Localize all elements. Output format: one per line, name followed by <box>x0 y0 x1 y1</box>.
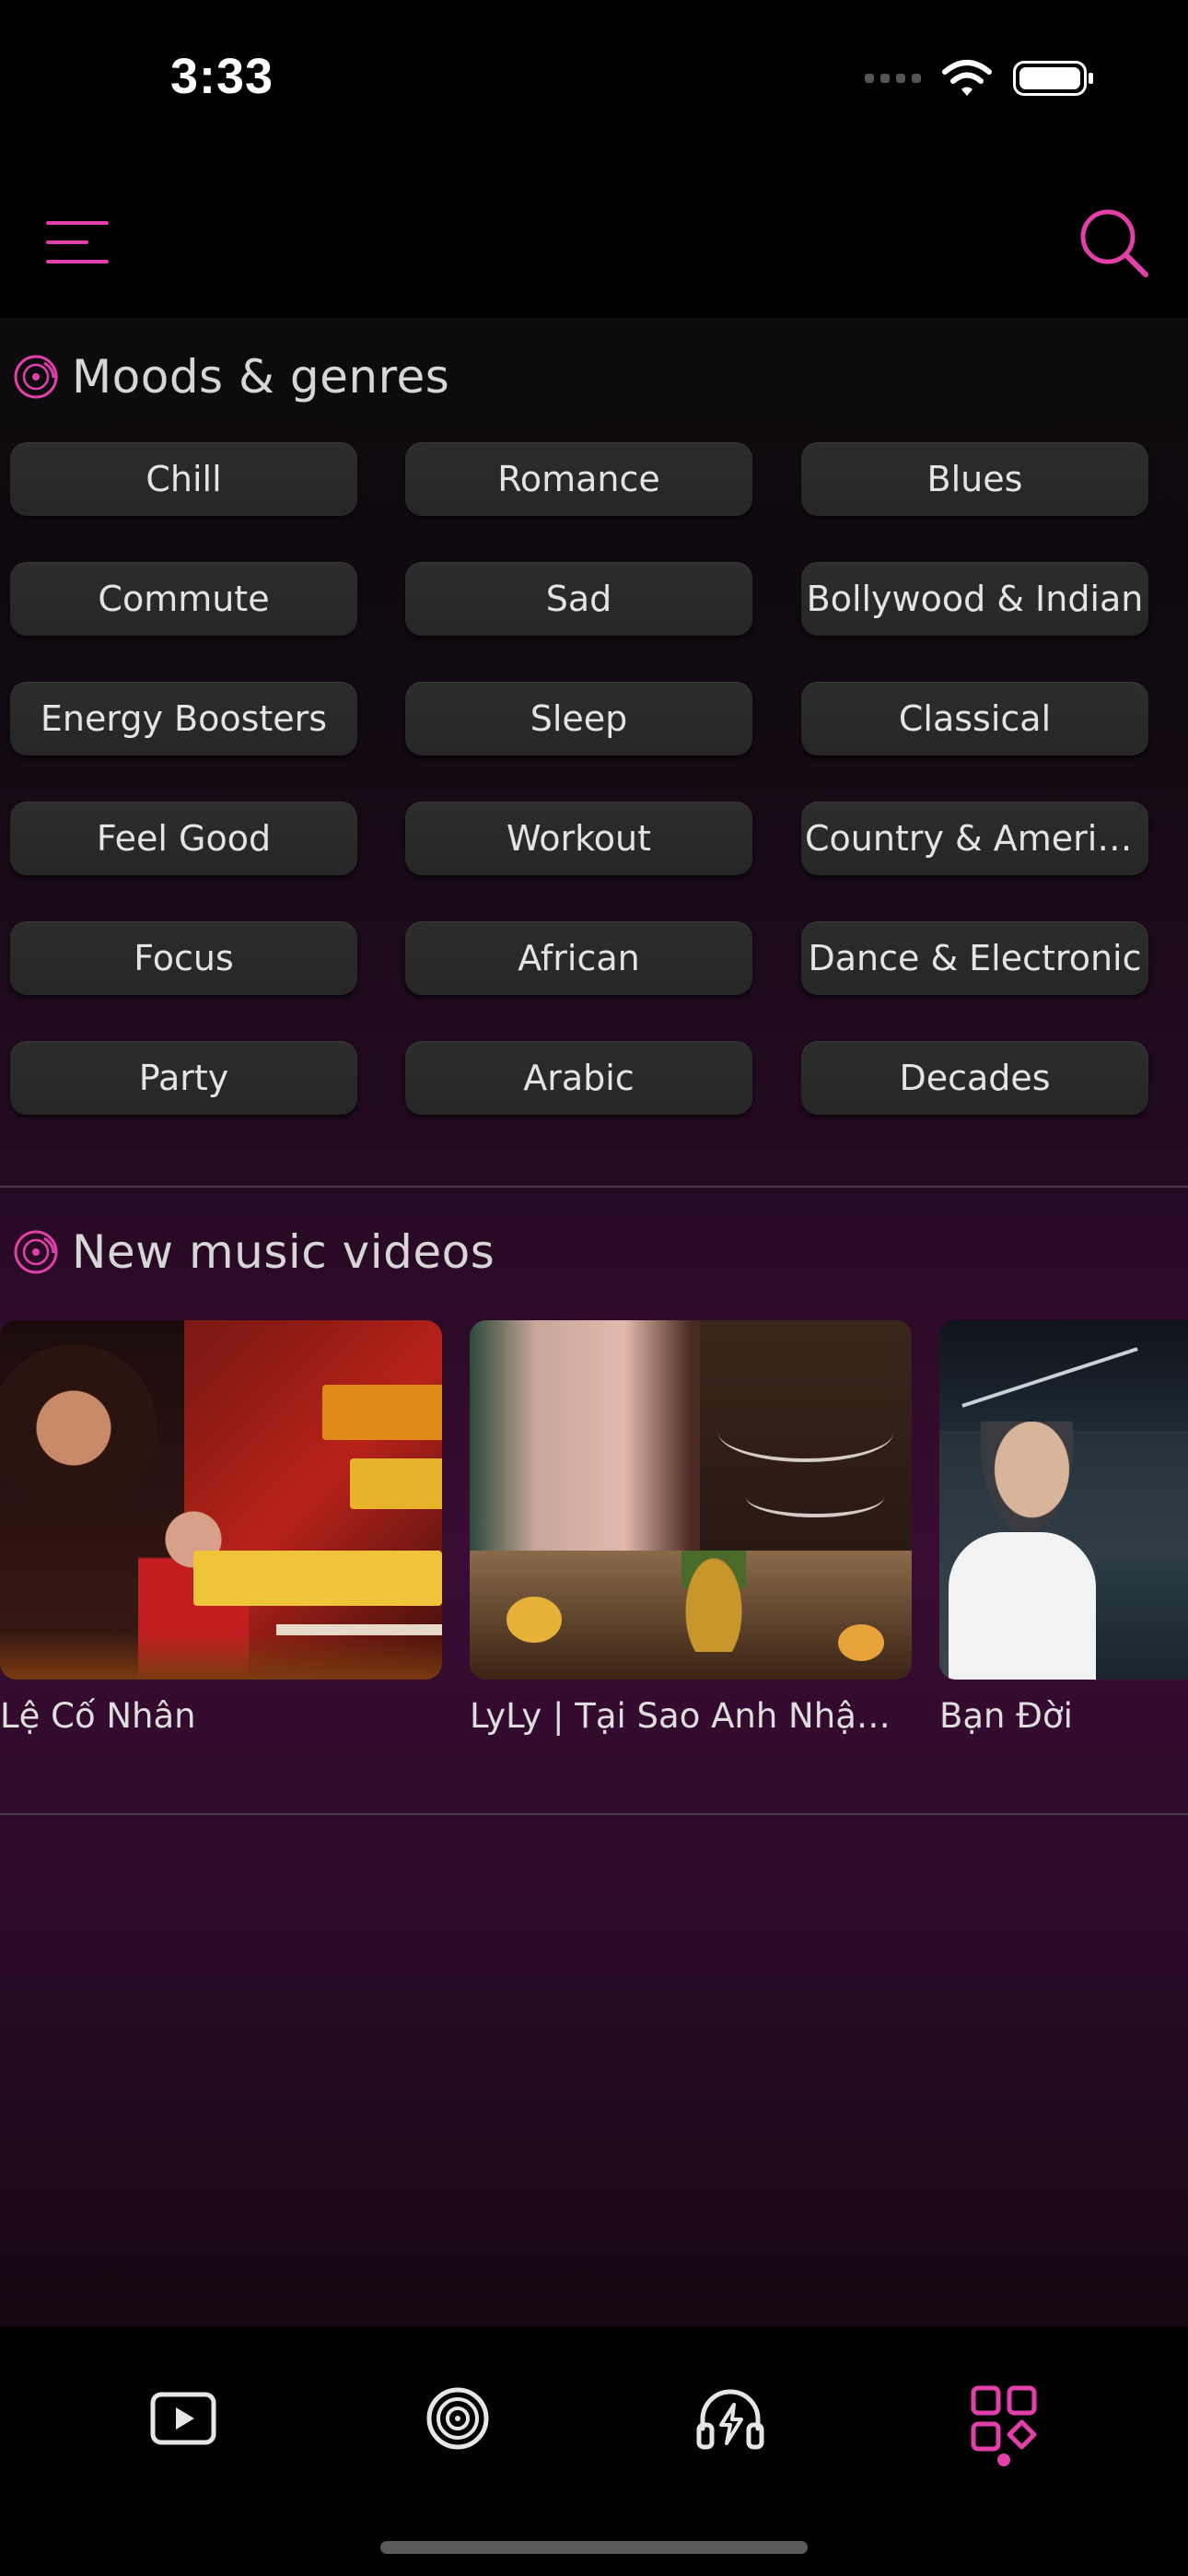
moods-section-header: Moods & genres <box>13 350 449 404</box>
section-title: New music videos <box>72 1225 495 1279</box>
section-divider <box>0 1186 1188 1188</box>
search-icon[interactable] <box>1077 206 1151 280</box>
genre-chip[interactable]: Feel Good <box>10 802 357 875</box>
tab-videos[interactable] <box>142 2377 225 2460</box>
genre-chip[interactable]: Workout <box>405 802 752 875</box>
genre-chip[interactable]: Energy Boosters <box>10 682 357 755</box>
genre-chip[interactable]: Chill <box>10 442 357 516</box>
headphones-lightning-icon <box>696 2389 764 2450</box>
main-content: Moods & genres Chill Romance Blues Commu… <box>0 318 1188 2326</box>
videos-section-header: New music videos <box>13 1225 495 1279</box>
genre-chip[interactable]: Country & Americ... <box>801 802 1148 875</box>
grid-apps-icon <box>971 2385 1037 2452</box>
video-card[interactable]: Lệ Cố Nhân <box>0 1320 442 1736</box>
cellular-signal-icon <box>865 74 921 83</box>
home-indicator <box>380 2541 808 2554</box>
genre-chip[interactable]: Focus <box>10 921 357 995</box>
genre-chip[interactable]: Dance & Electronic <box>801 921 1148 995</box>
genre-chip[interactable]: Decades <box>801 1041 1148 1115</box>
genre-chip[interactable]: Classical <box>801 682 1148 755</box>
video-play-icon <box>150 2392 216 2445</box>
tab-library[interactable] <box>416 2377 499 2460</box>
video-title: Bạn Đời <box>939 1696 1073 1736</box>
tab-explore[interactable] <box>962 2377 1045 2460</box>
video-card[interactable]: Bạn Đời <box>939 1320 1188 1736</box>
genre-chip[interactable]: Arabic <box>405 1041 752 1115</box>
tab-energy[interactable] <box>689 2377 772 2460</box>
battery-icon <box>1013 61 1093 96</box>
status-icons <box>865 59 1093 98</box>
genre-chip[interactable]: Sad <box>405 562 752 636</box>
video-title: Lệ Cố Nhân <box>0 1696 196 1736</box>
genre-chip[interactable]: Party <box>10 1041 357 1115</box>
active-tab-indicator <box>997 2453 1010 2466</box>
app-header <box>0 157 1188 318</box>
video-card[interactable]: LyLy | Tại Sao Anh Nhận ... <box>470 1320 912 1736</box>
genre-chip[interactable]: Sleep <box>405 682 752 755</box>
status-bar: 3:33 <box>0 0 1188 157</box>
section-divider <box>0 1813 1188 1815</box>
status-time: 3:33 <box>170 49 274 104</box>
video-thumbnail <box>470 1320 912 1680</box>
vinyl-disc-icon <box>14 355 58 399</box>
genre-chip[interactable]: African <box>405 921 752 995</box>
genre-chip[interactable]: Bollywood & Indian <box>801 562 1148 636</box>
section-title: Moods & genres <box>72 350 450 404</box>
bottom-tab-bar <box>0 2326 1188 2576</box>
wifi-icon <box>942 60 992 96</box>
video-thumbnail <box>939 1320 1188 1680</box>
genre-chip[interactable]: Romance <box>405 442 752 516</box>
video-carousel[interactable]: Lệ Cố Nhân LyLy | Tại Sao Anh Nhận ... B… <box>0 1320 1188 1753</box>
vinyl-disc-icon <box>14 1230 58 1274</box>
genre-chip[interactable]: Blues <box>801 442 1148 516</box>
video-thumbnail <box>0 1320 442 1680</box>
video-title: LyLy | Tại Sao Anh Nhận ... <box>470 1696 912 1736</box>
hamburger-menu-icon[interactable] <box>46 221 109 263</box>
vinyl-disc-icon <box>426 2387 489 2450</box>
genre-chip[interactable]: Commute <box>10 562 357 636</box>
